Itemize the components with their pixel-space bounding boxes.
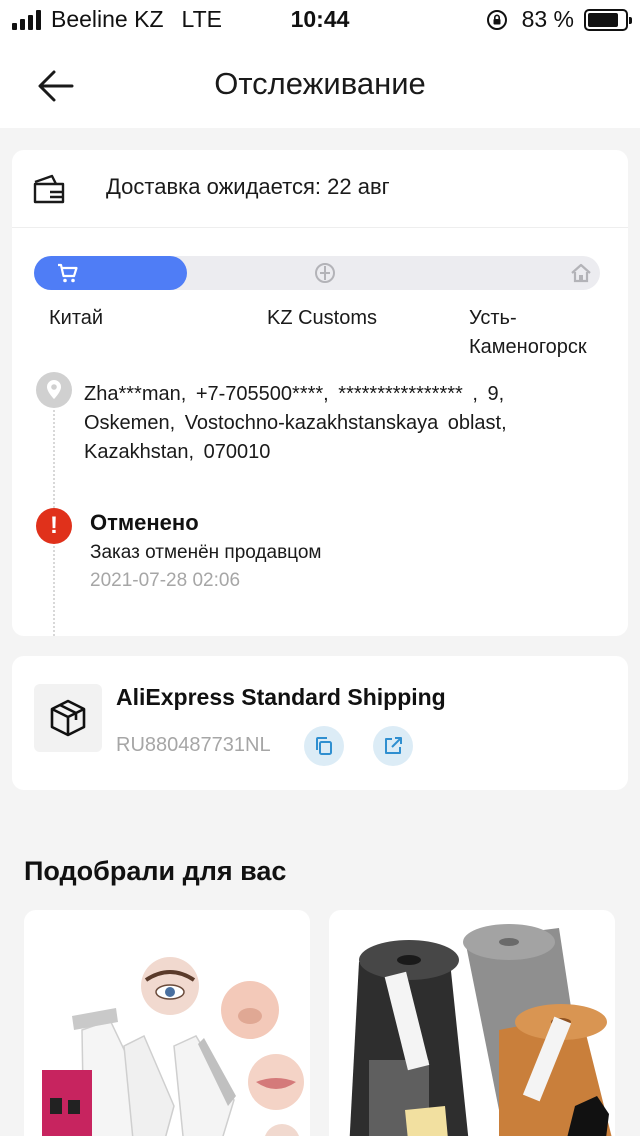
battery-level (588, 12, 618, 27)
home-icon (571, 263, 591, 283)
product-image-leather-rolls (349, 924, 612, 1136)
tracking-card: Доставка ожидается: 22 авг Китай KZ Cust… (12, 150, 628, 636)
rotation-lock-icon (486, 9, 507, 30)
order-status-description: Заказ отменён продавцом (90, 542, 322, 563)
app-header: Отслеживание (0, 42, 640, 128)
location-pin-icon (47, 380, 61, 399)
status-bar: Beeline KZ LTE 10:44 83 % (0, 0, 640, 42)
delivery-estimate-text: Доставка ожидается: 22 авг (106, 174, 390, 199)
battery-icon (584, 8, 632, 31)
page-title: Отслеживание (214, 66, 426, 101)
delivery-address: Zha***man, +7-705500****, **************… (84, 383, 507, 463)
open-tracking-button[interactable] (373, 726, 413, 766)
copy-button[interactable] (304, 726, 344, 766)
location-pin (36, 372, 72, 408)
recommendations-title: Подобрали для вас (24, 856, 287, 886)
copy-icon (316, 737, 332, 755)
cart-icon (58, 263, 78, 283)
product-card[interactable] (329, 910, 615, 1136)
tracking-number: RU880487731NL (116, 734, 271, 756)
shipping-progress-bar (34, 256, 600, 290)
shipping-card: AliExpress Standard Shipping RU880487731… (12, 656, 628, 790)
external-link-icon (385, 737, 402, 754)
order-status-time: 2021-07-28 02:06 (90, 570, 241, 591)
package-icon (50, 699, 86, 737)
shipping-method-name: AliExpress Standard Shipping (116, 684, 446, 710)
order-status-title: Отменено (90, 510, 199, 535)
package-tile (34, 684, 102, 752)
stage-label-customs: KZ Customs (267, 307, 378, 329)
alert-icon: ! (36, 508, 72, 544)
anchor-icon (315, 263, 335, 283)
battery-percent: 83 % (521, 6, 574, 32)
product-card[interactable] (24, 910, 310, 1136)
delivery-estimate-row: Доставка ожидается: 22 авг (12, 150, 628, 228)
stage-label-origin: Китай (49, 307, 104, 329)
stage-label-destination: Усть- Каменогорск (469, 307, 587, 358)
product-image-trimmer (42, 957, 304, 1136)
delivery-truck-icon (33, 174, 65, 204)
